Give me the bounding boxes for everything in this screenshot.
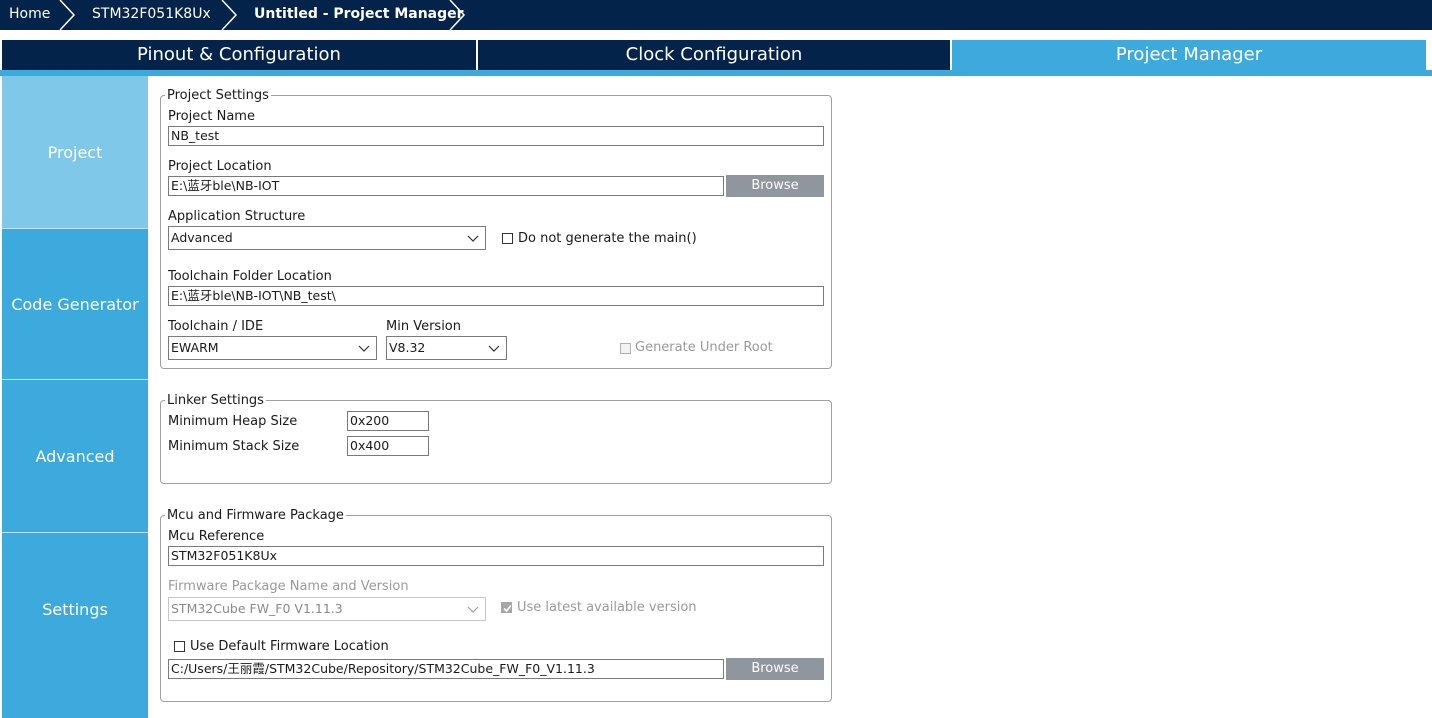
browse-firmware-button[interactable]: Browse [726,658,824,680]
min-version-select[interactable]: V8.32 [386,336,507,360]
no-main-label: Do not generate the main() [518,231,697,246]
generate-under-root-label: Generate Under Root [635,340,773,355]
no-main-checkbox[interactable] [502,233,513,244]
heap-size-label: Minimum Heap Size [168,414,298,429]
chevron-down-icon [467,235,479,242]
sidebar-item-code-generator[interactable]: Code Generator [2,229,148,380]
chevron-right-icon [221,0,238,30]
stack-size-label: Minimum Stack Size [168,439,300,454]
project-location-label: Project Location [168,159,272,174]
breadcrumb-home[interactable]: Home [9,0,50,30]
use-latest-version-label: Use latest available version [517,600,697,615]
sidebar: Project Code Generator Advanced Settings [2,76,148,718]
toolchain-ide-select[interactable]: EWARM [168,336,377,360]
stack-size-input[interactable]: 0x400 [347,436,429,456]
project-settings-title: Project Settings [165,88,271,103]
application-structure-value: Advanced [171,230,233,245]
firmware-package-value: STM32Cube FW_F0 V1.11.3 [171,601,343,616]
sidebar-item-advanced-settings[interactable]: Advanced Settings [2,380,148,619]
application-structure-select[interactable]: Advanced [168,226,486,250]
linker-settings-group: Linker Settings Minimum Heap Size 0x200 … [160,394,832,484]
chevron-right-icon [449,0,466,30]
toolchain-ide-value: EWARM [171,340,219,355]
main-tabs: Pinout & Configuration Clock Configurati… [0,40,1432,72]
use-latest-version-checkbox[interactable] [501,602,512,613]
tab-underline [0,70,1432,76]
chevron-down-icon [467,606,479,613]
min-version-value: V8.32 [389,340,426,355]
mcu-firmware-group: Mcu and Firmware Package Mcu Reference S… [160,509,832,702]
toolchain-ide-label: Toolchain / IDE [168,319,264,334]
sidebar-item-project[interactable]: Project [2,76,148,229]
breadcrumb-current[interactable]: Untitled - Project Manager [254,0,464,30]
mcu-firmware-title: Mcu and Firmware Package [165,508,346,523]
browse-location-button[interactable]: Browse [726,175,824,197]
use-default-location-label: Use Default Firmware Location [190,639,389,654]
breadcrumb-mcu[interactable]: STM32F051K8Ux [92,0,211,30]
firmware-location-input[interactable]: C:/Users/王丽霞/STM32Cube/Repository/STM32C… [168,659,724,679]
heap-size-input[interactable]: 0x200 [347,411,429,431]
project-location-input[interactable]: E:\蓝牙ble\NB-IOT [168,176,724,196]
linker-settings-title: Linker Settings [165,393,266,408]
project-name-label: Project Name [168,109,255,124]
tab-pinout-configuration[interactable]: Pinout & Configuration [2,40,476,70]
use-default-location-checkbox[interactable] [174,641,185,652]
application-structure-label: Application Structure [168,209,306,224]
chevron-down-icon [358,345,370,352]
breadcrumb: Home STM32F051K8Ux Untitled - Project Ma… [0,0,1432,30]
mcu-reference-input[interactable]: STM32F051K8Ux [168,546,824,566]
checkmark-icon [503,604,512,613]
tab-clock-configuration[interactable]: Clock Configuration [478,40,950,70]
chevron-down-icon [488,345,500,352]
toolchain-folder-label: Toolchain Folder Location [168,269,332,284]
toolchain-folder-input[interactable]: E:\蓝牙ble\NB-IOT\NB_test\ [168,286,824,306]
firmware-package-select[interactable]: STM32Cube FW_F0 V1.11.3 [168,597,486,621]
min-version-label: Min Version [386,319,462,334]
project-settings-group: Project Settings Project Name NB_test Pr… [160,89,832,369]
firmware-package-label: Firmware Package Name and Version [168,579,409,594]
tab-project-manager[interactable]: Project Manager [952,40,1426,70]
generate-under-root-checkbox[interactable] [620,343,631,354]
chevron-right-icon [59,0,76,30]
project-name-input[interactable]: NB_test [168,126,824,146]
mcu-reference-label: Mcu Reference [168,529,265,544]
